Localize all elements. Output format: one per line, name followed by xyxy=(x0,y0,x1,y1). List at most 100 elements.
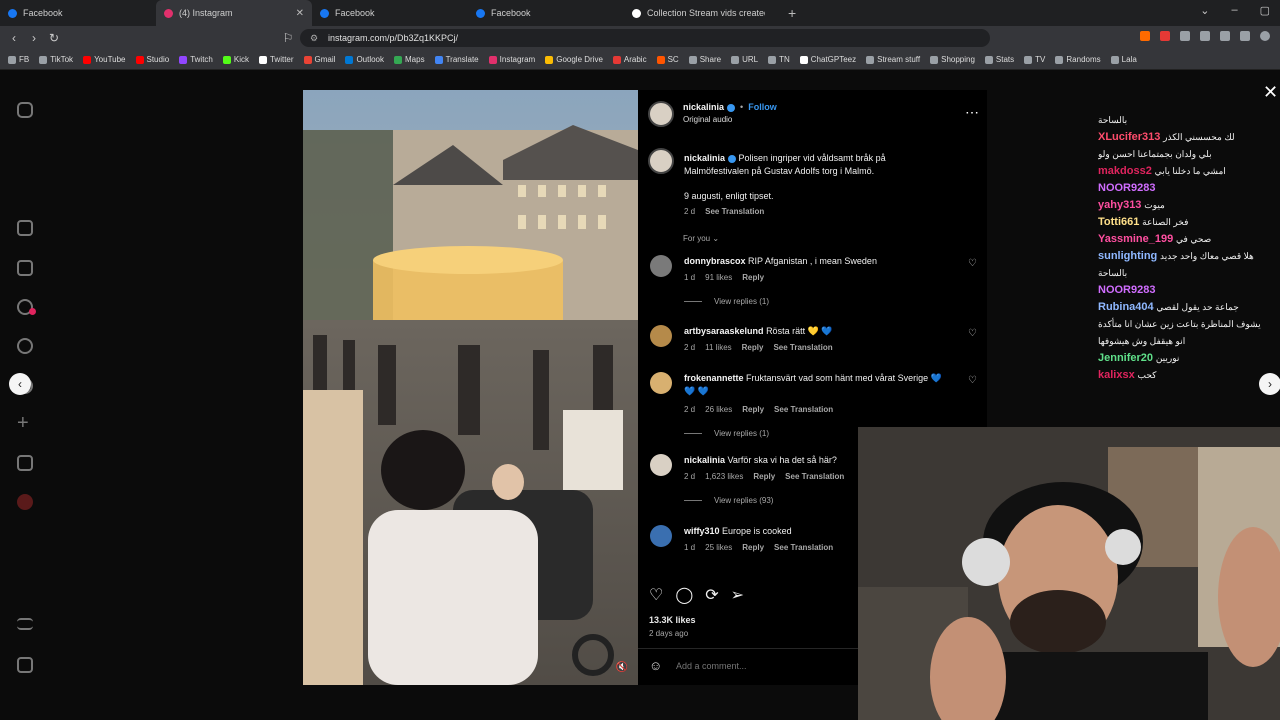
mute-icon[interactable]: 🔇 xyxy=(616,662,628,673)
bookmark-item[interactable]: YouTube xyxy=(83,55,126,64)
chat-username[interactable]: yahy313 xyxy=(1098,199,1141,211)
bookmark-item[interactable]: Randoms xyxy=(1055,55,1101,64)
reply-button[interactable]: Reply xyxy=(742,543,764,552)
chat-username[interactable]: kalixsx xyxy=(1098,369,1135,381)
bookmark-item[interactable]: Stream stuff xyxy=(866,55,920,64)
bookmark-item[interactable]: Maps xyxy=(394,55,425,64)
comment-likes[interactable]: 1,623 likes xyxy=(705,472,743,481)
reply-button[interactable]: Reply xyxy=(742,405,764,414)
see-translation-link[interactable]: See Translation xyxy=(774,405,833,414)
forward-button[interactable]: › xyxy=(24,31,44,45)
view-replies-button[interactable]: View replies (93) xyxy=(684,496,773,505)
chevron-down-icon[interactable]: ⌄ xyxy=(1200,4,1209,17)
extension-icon[interactable] xyxy=(1140,31,1150,41)
reply-button[interactable]: Reply xyxy=(742,343,764,352)
share-icon[interactable]: ➢ xyxy=(731,585,744,605)
chat-username[interactable]: NOOR9283 xyxy=(1098,182,1155,194)
chat-username[interactable]: NOOR9283 xyxy=(1098,284,1155,296)
browser-tab[interactable]: Facebook xyxy=(0,0,156,26)
comment-username[interactable]: wiffy310 xyxy=(684,526,720,536)
extension-icon[interactable] xyxy=(1180,31,1190,41)
bookmark-item[interactable]: ChatGPTeez xyxy=(799,55,856,64)
bookmark-item[interactable]: Studio xyxy=(135,55,169,64)
comment-likes[interactable]: 26 likes xyxy=(705,405,732,414)
post-video[interactable]: 🔇 xyxy=(303,90,638,685)
bookmark-item[interactable]: FB xyxy=(8,55,29,64)
comment-like-icon[interactable]: ♡ xyxy=(968,375,977,386)
chat-username[interactable]: makdoss2 xyxy=(1098,165,1152,177)
bookmark-item[interactable]: Share xyxy=(688,55,721,64)
previous-post-button[interactable]: ‹ xyxy=(9,373,31,395)
comment-username[interactable]: artbysaraaskelund xyxy=(684,326,764,336)
view-replies-button[interactable]: View replies (1) xyxy=(684,297,769,306)
reply-button[interactable]: Reply xyxy=(742,273,764,282)
caption-username[interactable]: nickalinia xyxy=(684,153,725,163)
browser-tab[interactable]: Facebook xyxy=(312,0,468,26)
create-icon[interactable]: + xyxy=(17,413,33,433)
browser-tab[interactable]: Collection Stream vids created by kn xyxy=(624,0,780,26)
emoji-icon[interactable]: ☺ xyxy=(649,658,662,673)
see-translation-link[interactable]: See Translation xyxy=(774,543,833,552)
see-translation-link[interactable]: See Translation xyxy=(785,472,844,481)
extension-icon[interactable] xyxy=(1160,31,1170,41)
comment-like-icon[interactable]: ♡ xyxy=(968,258,977,269)
comment-icon[interactable]: ◯ xyxy=(675,585,693,605)
author-avatar[interactable] xyxy=(648,101,674,127)
reels-icon[interactable] xyxy=(17,260,33,276)
url-field[interactable]: ⚙ instagram.com/p/Db3Zq1KKPCj/ xyxy=(300,29,990,47)
chat-username[interactable]: Jennifer20 xyxy=(1098,352,1153,364)
reply-button[interactable]: Reply xyxy=(753,472,775,481)
instagram-icon[interactable] xyxy=(17,102,33,118)
likes-count[interactable]: 13.3K likes xyxy=(649,615,696,625)
minimize-button[interactable]: – xyxy=(1231,4,1237,17)
comment-avatar[interactable] xyxy=(650,372,672,394)
comment-like-icon[interactable]: ♡ xyxy=(968,328,977,339)
sort-dropdown[interactable]: For you ⌄ xyxy=(683,234,719,243)
comment-likes[interactable]: 11 likes xyxy=(705,343,732,352)
repost-icon[interactable]: ⟳ xyxy=(705,585,718,605)
comment-avatar[interactable] xyxy=(650,325,672,347)
comment-likes[interactable]: 91 likes xyxy=(705,273,732,282)
bookmark-icon[interactable]: ⚐ xyxy=(278,31,298,45)
see-translation-link[interactable]: See Translation xyxy=(705,207,764,216)
menu-icon[interactable] xyxy=(17,618,33,630)
comment-username[interactable]: nickalinia xyxy=(684,455,725,465)
bookmark-item[interactable]: Shopping xyxy=(930,55,975,64)
comment-avatar[interactable] xyxy=(650,454,672,476)
bookmark-item[interactable]: Arabic xyxy=(612,55,647,64)
profile-icon[interactable] xyxy=(1260,31,1270,41)
chat-username[interactable]: Yassmine_199 xyxy=(1098,233,1173,245)
view-replies-button[interactable]: View replies (1) xyxy=(684,429,769,438)
chat-username[interactable]: Rubina404 xyxy=(1098,301,1154,313)
site-info-icon[interactable]: ⚙ xyxy=(310,29,318,47)
browser-tab[interactable]: (4) Instagram ✕ xyxy=(156,0,312,26)
caption-avatar[interactable] xyxy=(648,148,674,174)
comment-avatar[interactable] xyxy=(650,255,672,277)
profile-avatar[interactable] xyxy=(17,494,33,510)
bookmark-item[interactable]: Lala xyxy=(1110,55,1137,64)
bookmark-item[interactable]: Twitter xyxy=(258,55,294,64)
comment-username[interactable]: frokenannette xyxy=(684,373,744,383)
close-tab-icon[interactable]: ✕ xyxy=(296,8,304,19)
search-icon[interactable] xyxy=(17,338,33,354)
comment-likes[interactable]: 25 likes xyxy=(705,543,732,552)
new-tab-button[interactable]: + xyxy=(780,5,804,21)
audio-label[interactable]: Original audio xyxy=(683,115,777,124)
bookmark-item[interactable]: TV xyxy=(1024,55,1045,64)
bookmark-item[interactable]: Twitch xyxy=(179,55,213,64)
extension-icon[interactable] xyxy=(1200,31,1210,41)
bookmark-item[interactable]: TN xyxy=(768,55,790,64)
author-username[interactable]: nickalinia xyxy=(683,102,724,112)
chat-username[interactable]: Totti661 xyxy=(1098,216,1139,228)
follow-button[interactable]: Follow xyxy=(748,102,777,112)
bookmark-item[interactable]: Translate xyxy=(434,55,479,64)
chat-username[interactable]: XLucifer313 xyxy=(1098,131,1160,143)
browser-tab[interactable]: Facebook xyxy=(468,0,624,26)
comment-avatar[interactable] xyxy=(650,525,672,547)
chat-username[interactable]: sunlighting xyxy=(1098,250,1157,262)
comment-username[interactable]: donnybrascox xyxy=(684,256,746,266)
bookmark-item[interactable]: URL xyxy=(731,55,758,64)
dashboard-icon[interactable] xyxy=(17,455,33,471)
close-icon[interactable]: ✕ xyxy=(1263,82,1278,103)
home-icon[interactable] xyxy=(17,220,33,236)
